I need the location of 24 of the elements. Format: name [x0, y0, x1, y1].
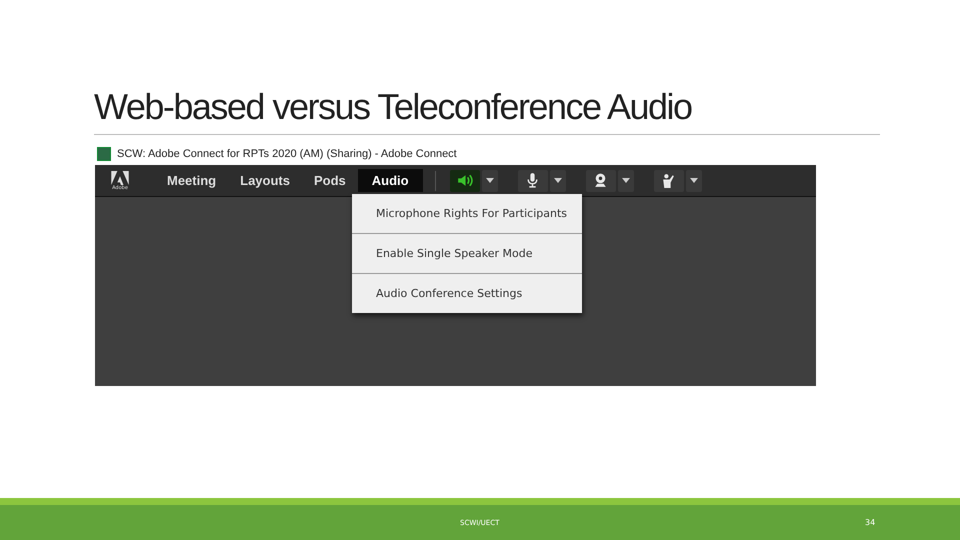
- menu-option[interactable]: Microphone Rights For Participants: [352, 194, 582, 233]
- microphone-button[interactable]: [518, 170, 548, 192]
- menu-item[interactable]: Audio: [358, 169, 423, 192]
- menu-item[interactable]: Pods: [302, 169, 358, 192]
- slide-title: Web-based versus Teleconference Audio: [94, 85, 692, 129]
- dropdown-button[interactable]: [482, 170, 498, 192]
- menu-item[interactable]: Layouts: [228, 169, 302, 192]
- menu-option[interactable]: Audio Conference Settings: [352, 273, 582, 313]
- dropdown-button[interactable]: [550, 170, 566, 192]
- caret-icon: [554, 178, 562, 183]
- menu-option[interactable]: Enable Single Speaker Mode: [352, 233, 582, 273]
- caret-icon: [486, 178, 494, 183]
- speaker-icon: [456, 172, 474, 189]
- app-icon: [97, 147, 111, 161]
- caret-icon: [622, 178, 630, 183]
- hand-button[interactable]: [654, 170, 684, 192]
- window-title: SCW: Adobe Connect for RPTs 2020 (AM) (Sharing) - Adobe Connect: [117, 148, 457, 160]
- page-number: 34: [865, 518, 876, 527]
- camera-button[interactable]: [586, 170, 616, 192]
- dropdown-button[interactable]: [686, 170, 702, 192]
- caret-icon: [690, 178, 698, 183]
- speaker-button[interactable]: [450, 170, 480, 192]
- dropdown-button[interactable]: [618, 170, 634, 192]
- menu-item[interactable]: Meeting: [155, 169, 228, 192]
